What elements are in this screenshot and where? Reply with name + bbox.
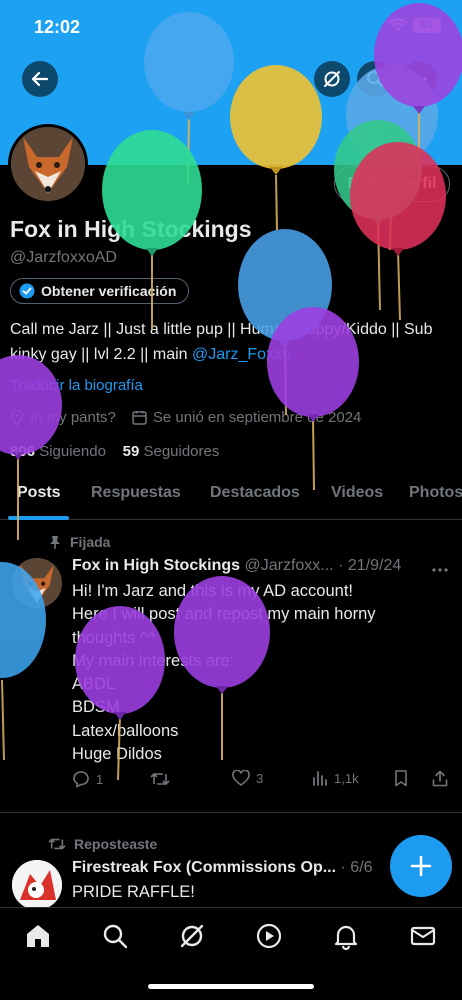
pinned-text: Fijada [70,534,111,550]
reply-count: 1 [96,771,104,787]
following-count: 806 [10,443,36,460]
get-verified-button[interactable]: Obtener verificación [10,278,190,304]
reply-icon [73,771,89,788]
more-icon [411,77,427,81]
grok-icon [324,71,340,87]
tab-photos[interactable]: Photos [409,484,462,502]
search-icon [367,71,383,87]
get-verified-label: Obtener verificación [41,283,177,299]
bell-icon[interactable] [332,922,360,950]
followers-label: Seguidores [143,443,220,460]
post-line: Huge Dildos [72,745,162,764]
grok-icon[interactable] [178,922,206,950]
post-header: Fox in High Stockings @Jarzfoxx... · 21/… [72,557,452,575]
tab-posts[interactable]: Posts [17,484,61,502]
tab-videos[interactable]: Videos [331,484,383,502]
reply-button[interactable]: 1 [72,770,103,788]
fox-avatar-image [11,127,85,201]
profile-tabs: Posts Respuestas Destacados Videos Photo… [0,470,462,520]
share-button[interactable] [432,770,448,787]
analytics-icon [313,771,327,786]
status-time: 12:02 [34,17,81,37]
video-icon[interactable] [255,922,283,950]
mail-icon[interactable] [409,922,437,950]
heart-icon [232,770,250,786]
views-count: 1,1k [334,770,359,786]
search-button[interactable] [357,61,393,97]
followers-count: 59 [122,443,140,460]
home-indicator [148,984,314,989]
tab-destacados[interactable]: Destacados [210,484,300,502]
profile-bio: Call me Jarz || Just a little pup || Hum… [10,317,452,367]
following-label: Siguiendo [39,443,106,460]
post-text[interactable]: Hi! I'm Jarz and this is my AD account! … [72,580,452,766]
post-date: · 21/9/24 [338,557,402,574]
post-line: BDSM [72,698,120,717]
tab-respuestas[interactable]: Respuestas [91,484,181,502]
calendar-icon [132,411,147,425]
profile-meta: In my pants? Se unió en septiembre de 20… [10,409,361,426]
more-button[interactable] [401,61,437,97]
profile-handle: @JarzfoxxoAD [10,249,117,266]
verified-badge-icon [19,283,35,299]
post-line: Hi! I'm Jarz and this is my AD account! [72,582,353,600]
pin-icon [50,535,60,549]
following-link[interactable]: 806 Siguiendo [10,443,106,460]
post-line: thoughts ^^ [72,628,156,647]
post-author-handle: @Jarzfoxx... [244,557,334,574]
fox-avatar-image [12,558,62,608]
repost-date: · 6/6 [340,859,373,876]
back-arrow-icon [31,71,49,87]
share-icon [432,770,448,787]
like-count: 3 [256,770,264,786]
profile-avatar[interactable] [8,124,88,204]
post-line: Latex/balloons [72,721,179,740]
battery-indicator: 91 [413,18,441,33]
post-actions: 1 3 1,1k [72,770,452,796]
repost-author-avatar[interactable] [12,860,62,910]
search-icon[interactable] [101,922,129,950]
repost-header: Firestreak Fox (Commissions Op... · 6/6 [72,859,402,877]
edit-profile-button[interactable]: Editar perfil [334,166,450,202]
profile-location: In my pants? [30,409,116,426]
bookmark-icon [395,770,407,787]
follow-counts: 806 Siguiendo 59 Seguidores [10,443,219,460]
more-icon [432,568,448,572]
post-divider [0,812,462,813]
translate-bio-link[interactable]: Traducir la biografía [10,377,143,394]
post-author-name[interactable]: Fox in High Stockings [72,557,240,574]
home-icon[interactable] [24,922,52,950]
post-line: My main interests are: [72,651,235,670]
repost-icon [48,838,66,850]
profile-joined-date: Se unió en septiembre de 2024 [152,409,362,426]
post-line: Here I will post and repost my main horn… [72,605,376,624]
repost-button[interactable] [150,770,170,788]
location-icon [10,409,24,426]
plus-icon [410,855,432,877]
compose-post-button[interactable] [390,835,452,897]
like-button[interactable]: 3 [232,770,263,786]
repost-indicator: Reposteaste [48,836,157,852]
profile-name: Fox in High Stockings [10,216,252,242]
back-button[interactable] [22,61,58,97]
repost-author-name[interactable]: Firestreak Fox (Commissions Op... [72,859,336,876]
bio-mention-link[interactable]: @Jarz_Foxxo [192,346,291,363]
status-bar: 12:02 91 [0,0,462,54]
firestreak-avatar-image [12,860,62,910]
repost-text[interactable]: PRIDE RAFFLE! [72,883,195,902]
grok-button[interactable] [314,61,350,97]
bookmark-button[interactable] [394,770,408,787]
post-author-avatar[interactable] [12,558,62,608]
followers-link[interactable]: 59 Seguidores [123,443,220,460]
active-tab-indicator [8,516,69,520]
post-line: ABDL [72,675,116,694]
post-more-button[interactable] [432,556,448,577]
views-button[interactable]: 1,1k [312,770,359,786]
repost-label-text: Reposteaste [74,836,158,852]
pinned-label: Fijada [48,534,110,550]
wifi-icon [388,18,408,32]
repost-icon [150,773,170,785]
